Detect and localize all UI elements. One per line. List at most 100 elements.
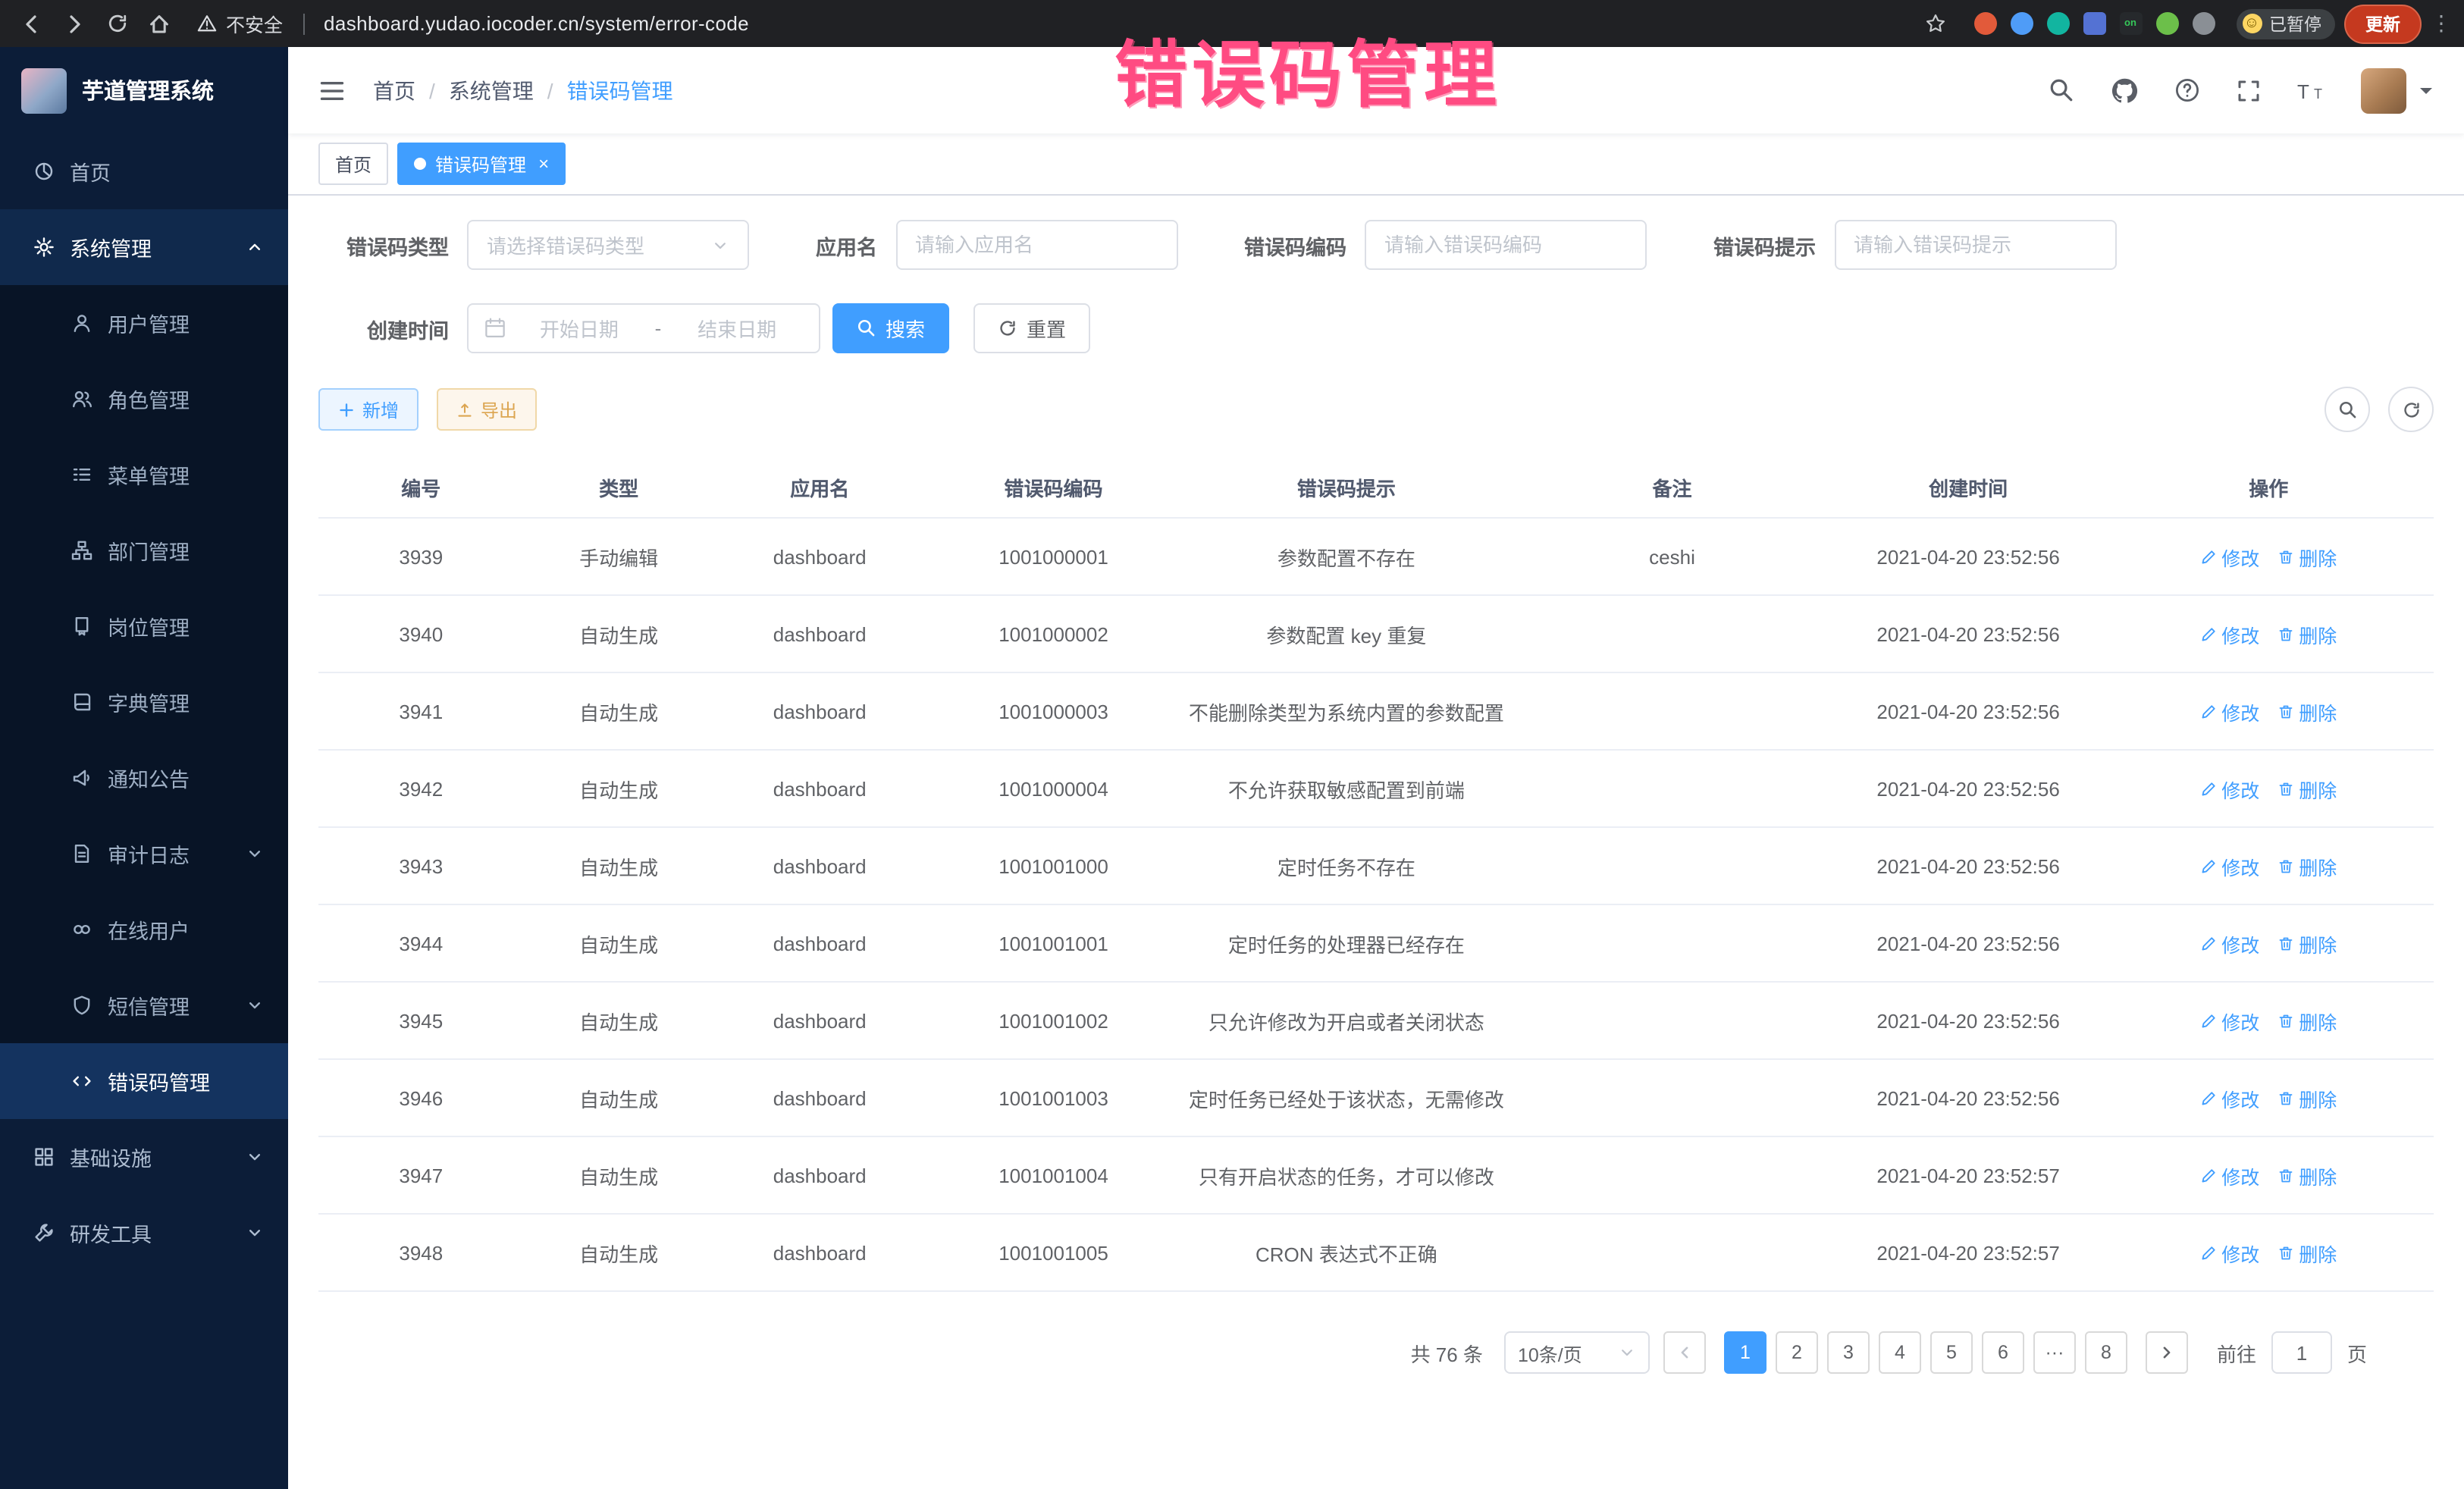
code-icon — [71, 1071, 92, 1092]
prev-page-button[interactable] — [1663, 1331, 1706, 1374]
table-row: 3948自动生成dashboard1001001005CRON 表达式不正确20… — [318, 1215, 2434, 1292]
error-hint-input[interactable] — [1834, 220, 2116, 270]
cell-id: 3946 — [318, 1086, 524, 1109]
app-logo[interactable]: 芋道管理系统 — [0, 47, 288, 133]
page-button-2[interactable]: 2 — [1776, 1331, 1818, 1374]
cell-app: dashboard — [714, 932, 926, 955]
page-button-5[interactable]: 5 — [1930, 1331, 1973, 1374]
pencil-icon — [2200, 703, 2217, 719]
reset-button[interactable]: 重置 — [973, 303, 1090, 353]
tab-1[interactable]: 首页 — [318, 143, 388, 185]
close-tab-icon[interactable]: × — [538, 153, 549, 174]
sidebar-menu: 首页系统管理用户管理角色管理菜单管理部门管理岗位管理字典管理通知公告审计日志在线… — [0, 133, 288, 1271]
github-icon[interactable] — [2111, 77, 2138, 104]
sidebar-item-dict-management[interactable]: 字典管理 — [0, 664, 288, 740]
browser-menu-icon[interactable]: ⋮ — [2431, 11, 2449, 36]
sidebar-item-dev-tools[interactable]: 研发工具 — [0, 1195, 288, 1271]
delete-link[interactable]: 删除 — [2277, 697, 2337, 726]
delete-link[interactable]: 删除 — [2277, 929, 2337, 958]
delete-link[interactable]: 删除 — [2277, 1083, 2337, 1112]
page-button-3[interactable]: 3 — [1827, 1331, 1870, 1374]
breadcrumb-item[interactable]: 首页 — [373, 75, 415, 105]
date-range-picker[interactable]: 开始日期 - 结束日期 — [467, 303, 820, 353]
cell-code: 1001001002 — [926, 1009, 1182, 1032]
export-button[interactable]: 导出 — [437, 388, 537, 431]
app-name-input[interactable] — [895, 220, 1177, 270]
update-button[interactable]: 更新 — [2344, 4, 2422, 43]
font-size-icon[interactable]: TT — [2297, 78, 2324, 102]
hamburger-icon[interactable] — [318, 77, 346, 104]
error-code-input[interactable] — [1365, 220, 1647, 270]
edit-link[interactable]: 修改 — [2200, 1083, 2259, 1112]
sidebar-item-menu-management[interactable]: 菜单管理 — [0, 437, 288, 513]
delete-link[interactable]: 删除 — [2277, 851, 2337, 880]
edit-link[interactable]: 修改 — [2200, 542, 2259, 571]
sidebar-item-online-user[interactable]: 在线用户 — [0, 892, 288, 967]
delete-link[interactable]: 删除 — [2277, 1238, 2337, 1267]
toggle-search-button[interactable] — [2324, 387, 2370, 432]
page-button-4[interactable]: 4 — [1879, 1331, 1921, 1374]
forward-icon[interactable] — [58, 7, 91, 40]
users-icon — [71, 388, 92, 409]
edit-link[interactable]: 修改 — [2200, 851, 2259, 880]
edit-link[interactable]: 修改 — [2200, 1006, 2259, 1035]
edit-link[interactable]: 修改 — [2200, 619, 2259, 648]
sidebar-item-user-management[interactable]: 用户管理 — [0, 285, 288, 361]
next-page-button[interactable] — [2146, 1331, 2188, 1374]
sidebar-item-audit-log[interactable]: 审计日志 — [0, 816, 288, 892]
delete-link[interactable]: 删除 — [2277, 619, 2337, 648]
tab-2[interactable]: 错误码管理× — [397, 143, 566, 185]
edit-link[interactable]: 修改 — [2200, 774, 2259, 803]
page-button-6[interactable]: 6 — [1982, 1331, 2024, 1374]
error-type-select[interactable]: 请选择错误码类型 — [467, 220, 749, 270]
security-label[interactable]: 不安全 — [226, 9, 283, 38]
refresh-table-button[interactable] — [2388, 387, 2434, 432]
home-icon[interactable] — [143, 7, 176, 40]
puzzle-icon[interactable] — [2192, 12, 2215, 35]
sidebar-item-label: 系统管理 — [70, 232, 152, 262]
fullscreen-icon[interactable] — [2237, 78, 2261, 102]
reload-icon[interactable] — [100, 7, 133, 40]
switch-on-icon[interactable]: on — [2119, 12, 2142, 35]
sidebar-item-dept-management[interactable]: 部门管理 — [0, 513, 288, 588]
page-button-8[interactable]: 8 — [2085, 1331, 2127, 1374]
sidebar-item-infrastructure[interactable]: 基础设施 — [0, 1119, 288, 1195]
filter-row-1: 错误码类型 请选择错误码类型 应用名 错误码编码 — [318, 220, 2434, 270]
sidebar-item-post-management[interactable]: 岗位管理 — [0, 588, 288, 664]
delete-link[interactable]: 删除 — [2277, 542, 2337, 571]
sidebar-item-notice[interactable]: 通知公告 — [0, 740, 288, 816]
edit-link[interactable]: 修改 — [2200, 1238, 2259, 1267]
breadcrumb-item[interactable]: 系统管理 — [449, 75, 534, 105]
back-icon[interactable] — [15, 7, 49, 40]
add-button[interactable]: 新增 — [318, 388, 419, 431]
bookmark-star-icon[interactable] — [1919, 7, 1952, 40]
leaf-icon[interactable] — [2155, 12, 2178, 35]
page-size-select[interactable]: 10条/页 — [1504, 1331, 1650, 1374]
goto-page-input[interactable] — [2271, 1331, 2332, 1374]
apps-grid-icon[interactable] — [2083, 12, 2105, 35]
sidebar-item-sms-management[interactable]: 短信管理 — [0, 967, 288, 1043]
sidebar-item-error-code-management[interactable]: 错误码管理 — [0, 1043, 288, 1119]
caret-down-icon[interactable] — [2419, 83, 2434, 98]
more-pages-button[interactable]: ··· — [2033, 1331, 2076, 1374]
search-button[interactable]: 搜索 — [832, 303, 949, 353]
edit-link[interactable]: 修改 — [2200, 1161, 2259, 1190]
avatar[interactable] — [2361, 67, 2406, 113]
sidebar-item-role-management[interactable]: 角色管理 — [0, 361, 288, 437]
adblock-icon[interactable] — [1973, 12, 1996, 35]
edit-link[interactable]: 修改 — [2200, 697, 2259, 726]
delete-link[interactable]: 删除 — [2277, 774, 2337, 803]
sidebar-item-home[interactable]: 首页 — [0, 133, 288, 209]
trash-icon — [2277, 935, 2294, 951]
drop-icon[interactable] — [2010, 12, 2033, 35]
sidebar-item-label: 短信管理 — [108, 990, 190, 1020]
search-icon[interactable] — [2049, 77, 2074, 103]
teal-app-icon[interactable] — [2046, 12, 2069, 35]
page-button-1[interactable]: 1 — [1724, 1331, 1766, 1374]
delete-link[interactable]: 删除 — [2277, 1161, 2337, 1190]
sidebar-item-system-management[interactable]: 系统管理 — [0, 209, 288, 285]
paused-badge[interactable]: ☺ 已暂停 — [2236, 8, 2335, 39]
help-icon[interactable] — [2174, 77, 2200, 103]
delete-link[interactable]: 删除 — [2277, 1006, 2337, 1035]
edit-link[interactable]: 修改 — [2200, 929, 2259, 958]
